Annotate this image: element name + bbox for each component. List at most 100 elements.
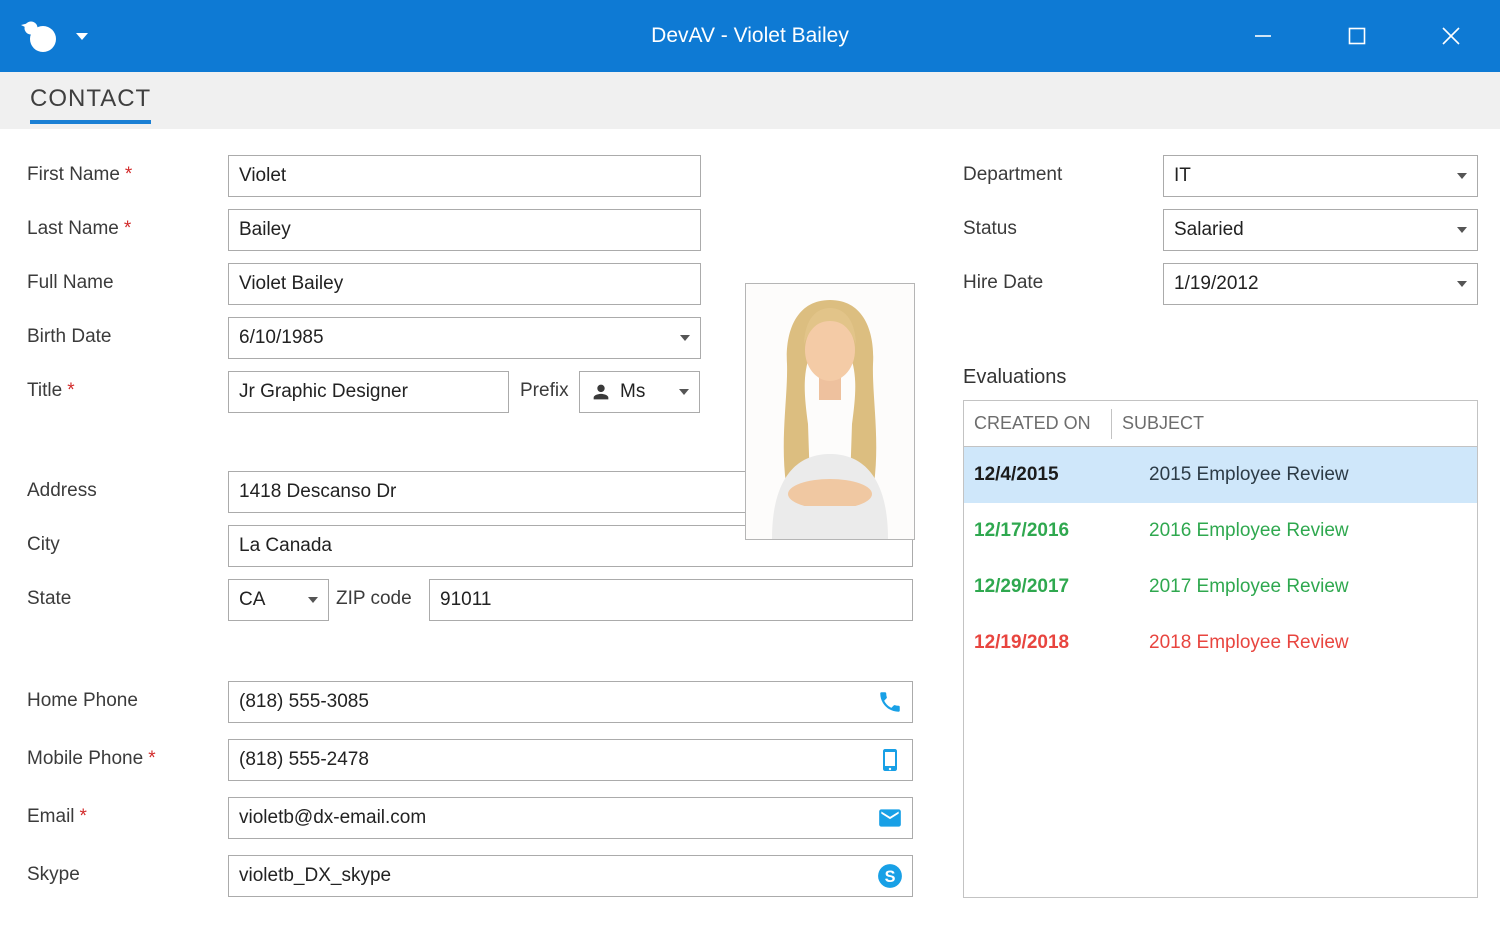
zip-input[interactable]	[429, 579, 913, 621]
city-label: City	[27, 534, 60, 556]
last-name-input[interactable]	[228, 209, 701, 251]
evaluations-section-label: Evaluations	[963, 366, 1066, 389]
first-name-label: First Name*	[27, 164, 132, 186]
email-label: Email*	[27, 806, 87, 828]
evaluation-created-on: 12/29/2017	[964, 576, 1111, 598]
mobile-phone-icon	[876, 746, 904, 774]
hire-date-label: Hire Date	[963, 272, 1043, 294]
email-input[interactable]	[228, 797, 913, 839]
tabstrip: CONTACT	[0, 72, 1500, 129]
required-marker: *	[80, 806, 87, 827]
titlebar: DevAV - Violet Bailey	[0, 0, 1500, 72]
app-logo-icon[interactable]	[16, 12, 64, 60]
evaluations-header-row: CREATED ON SUBJECT	[964, 401, 1477, 447]
title-label: Title*	[27, 380, 75, 402]
skype-label-text: Skype	[27, 864, 80, 885]
required-marker: *	[125, 164, 132, 185]
evaluations-table: CREATED ON SUBJECT 12/4/2015 2015 Employ…	[963, 400, 1478, 898]
chevron-down-icon	[1457, 173, 1467, 179]
prefix-label: Prefix	[520, 380, 569, 402]
svg-text:S: S	[885, 868, 896, 886]
contact-photo-image	[746, 284, 914, 539]
full-name-input[interactable]	[228, 263, 701, 305]
title-input[interactable]	[228, 371, 509, 413]
evaluation-row[interactable]: 12/4/2015 2015 Employee Review	[964, 447, 1477, 503]
chevron-down-icon	[308, 597, 318, 603]
chevron-down-icon	[679, 389, 689, 395]
evaluation-row[interactable]: 12/29/2017 2017 Employee Review	[964, 559, 1477, 615]
column-header-subject[interactable]: SUBJECT	[1112, 413, 1204, 434]
prefix-value: Ms	[620, 381, 645, 403]
state-label: State	[27, 588, 71, 610]
skype-input[interactable]	[228, 855, 913, 897]
column-header-created-on[interactable]: CREATED ON	[964, 413, 1111, 434]
contact-form: First Name* Last Name* Full Name Birth D…	[0, 129, 1500, 952]
skype-icon: S	[876, 862, 904, 890]
zip-label: ZIP code	[336, 588, 412, 610]
full-name-label-text: Full Name	[27, 272, 114, 293]
state-value: CA	[239, 589, 265, 611]
minimize-button[interactable]	[1216, 0, 1310, 72]
department-label: Department	[963, 164, 1062, 186]
evaluation-row[interactable]: 12/17/2016 2016 Employee Review	[964, 503, 1477, 559]
city-label-text: City	[27, 534, 60, 555]
status-label-text: Status	[963, 218, 1017, 239]
mobile-phone-label-text: Mobile Phone	[27, 748, 143, 769]
prefix-dropdown[interactable]: Ms	[579, 371, 700, 413]
mobile-phone-field	[228, 739, 913, 781]
minimize-icon	[1254, 27, 1272, 45]
phone-icon	[876, 688, 904, 716]
evaluation-created-on: 12/19/2018	[964, 632, 1111, 654]
first-name-input[interactable]	[228, 155, 701, 197]
address-label-text: Address	[27, 480, 97, 501]
birth-date-dropdown[interactable]: 6/10/1985	[228, 317, 701, 359]
zip-label-text: ZIP code	[336, 588, 412, 609]
state-label-text: State	[27, 588, 71, 609]
skype-field: S	[228, 855, 913, 897]
chevron-down-icon	[1457, 227, 1467, 233]
home-phone-label-text: Home Phone	[27, 690, 138, 711]
home-phone-label: Home Phone	[27, 690, 138, 712]
hire-date-value: 1/19/2012	[1174, 273, 1259, 295]
state-dropdown[interactable]: CA	[228, 579, 329, 621]
status-dropdown[interactable]: Salaried	[1163, 209, 1478, 251]
tab-contact[interactable]: CONTACT	[30, 85, 151, 124]
mobile-phone-input[interactable]	[228, 739, 913, 781]
first-name-label-text: First Name	[27, 164, 120, 185]
maximize-button[interactable]	[1310, 0, 1404, 72]
full-name-label: Full Name	[27, 272, 114, 294]
envelope-icon	[876, 804, 904, 832]
close-button[interactable]	[1404, 0, 1498, 72]
birth-date-label-text: Birth Date	[27, 326, 111, 347]
window-controls	[1216, 0, 1498, 72]
email-field	[228, 797, 913, 839]
contact-photo	[745, 283, 915, 540]
home-phone-input[interactable]	[228, 681, 913, 723]
department-label-text: Department	[963, 164, 1062, 185]
hire-date-dropdown[interactable]: 1/19/2012	[1163, 263, 1478, 305]
title-label-text: Title	[27, 380, 62, 401]
email-label-text: Email	[27, 806, 75, 827]
required-marker: *	[67, 380, 74, 401]
status-value: Salaried	[1174, 219, 1244, 241]
evaluation-subject: 2017 Employee Review	[1111, 576, 1349, 598]
evaluation-created-on: 12/4/2015	[964, 464, 1111, 486]
hire-date-label-text: Hire Date	[963, 272, 1043, 293]
home-phone-field	[228, 681, 913, 723]
evaluation-subject: 2015 Employee Review	[1111, 464, 1349, 486]
skype-label: Skype	[27, 864, 80, 886]
mobile-phone-label: Mobile Phone*	[27, 748, 156, 770]
maximize-icon	[1348, 27, 1366, 45]
birth-date-value: 6/10/1985	[239, 327, 324, 349]
person-icon	[590, 381, 612, 403]
evaluation-row[interactable]: 12/19/2018 2018 Employee Review	[964, 615, 1477, 671]
status-label: Status	[963, 218, 1017, 240]
last-name-label-text: Last Name	[27, 218, 119, 239]
department-dropdown[interactable]: IT	[1163, 155, 1478, 197]
app-menu-caret-icon[interactable]	[76, 33, 88, 40]
required-marker: *	[148, 748, 155, 769]
evaluation-created-on: 12/17/2016	[964, 520, 1111, 542]
last-name-label: Last Name*	[27, 218, 131, 240]
chevron-down-icon	[680, 335, 690, 341]
prefix-label-text: Prefix	[520, 380, 569, 401]
